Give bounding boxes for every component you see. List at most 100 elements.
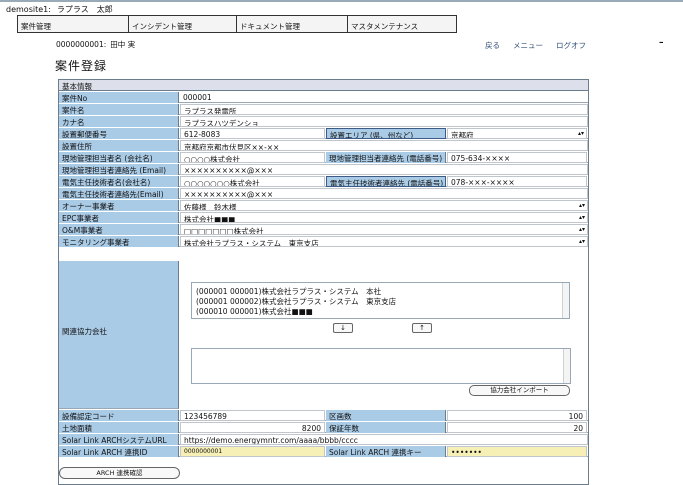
engineer-label: 電気主任技術者名(会社名) <box>59 176 179 187</box>
epc-label: EPC事業者 <box>59 212 179 223</box>
case-form: 基本情報 案件No 000001 案件名 ラプラス発電所 カナ名 ラプラスハツデ… <box>58 79 589 485</box>
kana-input[interactable]: ラプラスハツデンショ <box>180 116 588 127</box>
site-manager-input[interactable]: ○○○○株式会社 <box>180 152 325 163</box>
postal-label: 設置郵便番号 <box>59 128 179 139</box>
row-engineer: 電気主任技術者名(会社名) ○○○○○○○株式会社 電気主任技術者連絡先 (電話… <box>59 176 588 187</box>
header-links: 戻る メニュー ログオフ <box>485 40 586 51</box>
address-input[interactable]: 京都府京都市伏見区××-×× <box>180 140 588 151</box>
section-header: 基本情報 <box>59 80 588 91</box>
owner-selected-value: 佐藤様 鈴木様 <box>184 203 237 211</box>
address-label: 設置住所 <box>59 140 179 151</box>
case-name-input[interactable]: ラプラス発電所 <box>180 104 588 115</box>
select-arrow-icon: ▴▾ <box>578 202 585 209</box>
row-case-no: 案件No 000001 <box>59 92 588 103</box>
user-name: 田中 実 <box>110 40 136 49</box>
select-arrow-icon: ▴▾ <box>578 238 585 245</box>
tab-document-management[interactable]: ドキュメント管理 <box>236 15 347 33</box>
site-manager-tel-input[interactable]: 075-634-×××× <box>447 152 587 163</box>
top-border <box>0 0 683 2</box>
epc-select[interactable]: 株式会社■■■ ▴▾ <box>180 212 588 223</box>
monitoring-selected-value: 株式会社ラプラス・システム 東京支店 <box>184 239 319 247</box>
arch-key-label: Solar Link ARCH 連携キー <box>326 446 446 457</box>
section-count-label: 区画数 <box>326 410 446 421</box>
user-code: 0000000001: <box>56 40 107 49</box>
row-site-manager: 現地管理担当者名 (会社名) ○○○○株式会社 現地管理担当者連絡先 (電話番号… <box>59 152 588 163</box>
owner-select[interactable]: 佐藤様 鈴木様 ▴▾ <box>180 200 588 211</box>
selection-box-scrollbar[interactable] <box>563 349 570 383</box>
row-kana: カナ名 ラプラスハツデンショ <box>59 116 588 127</box>
site-manager-label: 現地管理担当者名 (会社名) <box>59 152 179 163</box>
area-selected-value: 京都府 <box>451 131 474 139</box>
row-owner: オーナー事業者 佐藤様 鈴木様 ▴▾ <box>59 200 588 211</box>
site-manager-tel-label: 現地管理担当者連絡先 (電話番号) <box>326 152 446 163</box>
engineer-email-input[interactable]: ××××××××××@××× <box>180 188 588 199</box>
row-arch-url: Solar Link ARCHシステムURL https://demo.ener… <box>59 434 588 445</box>
list-item[interactable]: (000001 000002)株式会社ラプラス・システム 東京支店 <box>196 297 569 307</box>
section-count-input[interactable]: 100 <box>447 410 587 421</box>
site-name: demosite1: <box>6 5 51 14</box>
row-engineer-email: 電気主任技術者連絡先(Email) ××××××××××@××× <box>59 188 588 199</box>
row-postal-area: 設置郵便番号 612-8083 設置エリア (県、州など) 京都府 ▴▾ <box>59 128 588 139</box>
move-down-button[interactable]: ↓ <box>333 323 353 333</box>
warranty-label: 保証年数 <box>326 422 446 433</box>
tab-case-management[interactable]: 案件管理 <box>17 15 128 33</box>
arch-url-input[interactable]: https://demo.energymntr.com/aaaa/bbbb/cc… <box>180 434 588 445</box>
arch-id-label: Solar Link ARCH 連携ID <box>59 446 179 457</box>
engineer-tel-input[interactable]: 078-×××-×××× <box>447 176 587 187</box>
list-item[interactable]: (000010 000001)株式会社■■■ <box>196 307 569 317</box>
row-monitoring: モニタリング事業者 株式会社ラプラス・システム 東京支店 ▴▾ <box>59 236 588 247</box>
select-arrow-icon: ▴▾ <box>577 130 584 137</box>
partner-import-button[interactable]: 協力会社インポート <box>469 385 570 396</box>
postal-input[interactable]: 612-8083 <box>180 128 325 139</box>
epc-selected-value: 株式会社■■■ <box>184 215 236 223</box>
row-om: O&M事業者 □□□□□□□株式会社 ▴▾ <box>59 224 588 235</box>
menu-link[interactable]: メニュー <box>513 40 543 51</box>
select-arrow-icon: ▴▾ <box>578 226 585 233</box>
row-land-area: 土地面積 8200 保証年数 20 <box>59 422 588 433</box>
cert-code-input[interactable]: 123456789 <box>180 410 325 421</box>
area-select[interactable]: 京都府 ▴▾ <box>447 128 587 139</box>
row-site-manager-email: 現地管理担当者連絡先 (Email) ××××××××××@××× <box>59 164 588 175</box>
minimize-mark: – <box>659 38 664 48</box>
om-select[interactable]: □□□□□□□株式会社 ▴▾ <box>180 224 588 235</box>
land-area-input[interactable]: 8200 <box>180 422 325 433</box>
area-label: 設置エリア (県、州など) <box>326 128 446 139</box>
partner-list[interactable]: (000001 000001)株式会社ラプラス・システム 本社 (000001 … <box>191 282 570 319</box>
monitoring-select[interactable]: 株式会社ラプラス・システム 東京支店 ▴▾ <box>180 236 588 247</box>
logoff-link[interactable]: ログオフ <box>556 40 586 51</box>
select-arrow-icon: ▴▾ <box>578 214 585 221</box>
list-item[interactable]: (000001 000001)株式会社ラプラス・システム 本社 <box>196 287 569 297</box>
case-name-label: 案件名 <box>59 104 179 115</box>
arch-url-label: Solar Link ARCHシステムURL <box>59 434 179 445</box>
user-code-info: 0000000001: 田中 実 <box>56 39 135 50</box>
engineer-input[interactable]: ○○○○○○○株式会社 <box>180 176 325 187</box>
tab-master-maintenance[interactable]: マスタメンテナンス <box>347 15 457 33</box>
cert-code-label: 設備認定コード <box>59 410 179 421</box>
tab-incident-management[interactable]: インシデント管理 <box>128 15 236 33</box>
arch-id-input[interactable]: 0000000001 <box>180 446 325 457</box>
land-area-label: 土地面積 <box>59 422 179 433</box>
back-link[interactable]: 戻る <box>485 40 500 51</box>
owner-label: オーナー事業者 <box>59 200 179 211</box>
site-manager-email-label: 現地管理担当者連絡先 (Email) <box>59 164 179 175</box>
move-up-button[interactable]: ↑ <box>412 323 432 333</box>
engineer-tel-label: 電気主任技術者連絡先 (電話番号) <box>326 176 446 187</box>
case-no-value: 000001 <box>183 93 212 102</box>
warranty-input[interactable]: 20 <box>447 422 587 433</box>
row-epc: EPC事業者 株式会社■■■ ▴▾ <box>59 212 588 223</box>
partner-selection-box[interactable] <box>191 348 571 384</box>
case-no-label: 案件No <box>59 92 179 103</box>
row-arch-credentials: Solar Link ARCH 連携ID 0000000001 Solar Li… <box>59 446 588 457</box>
main-menu: 案件管理 インシデント管理 ドキュメント管理 マスタメンテナンス <box>17 15 457 33</box>
site-manager-email-input[interactable]: ××××××××××@××× <box>180 164 588 175</box>
arch-key-input[interactable]: ••••••• <box>447 446 587 457</box>
row-address: 設置住所 京都府京都市伏見区××-×× <box>59 140 588 151</box>
kana-label: カナ名 <box>59 116 179 127</box>
partner-list-scrollbar[interactable] <box>562 283 569 318</box>
monitoring-label: モニタリング事業者 <box>59 236 179 247</box>
om-selected-value: □□□□□□□株式会社 <box>184 227 264 235</box>
row-case-name: 案件名 ラプラス発電所 <box>59 104 588 115</box>
arch-confirm-button[interactable]: ARCH 連携確認 <box>59 467 180 479</box>
row-cert-code: 設備認定コード 123456789 区画数 100 <box>59 410 588 421</box>
om-label: O&M事業者 <box>59 224 179 235</box>
